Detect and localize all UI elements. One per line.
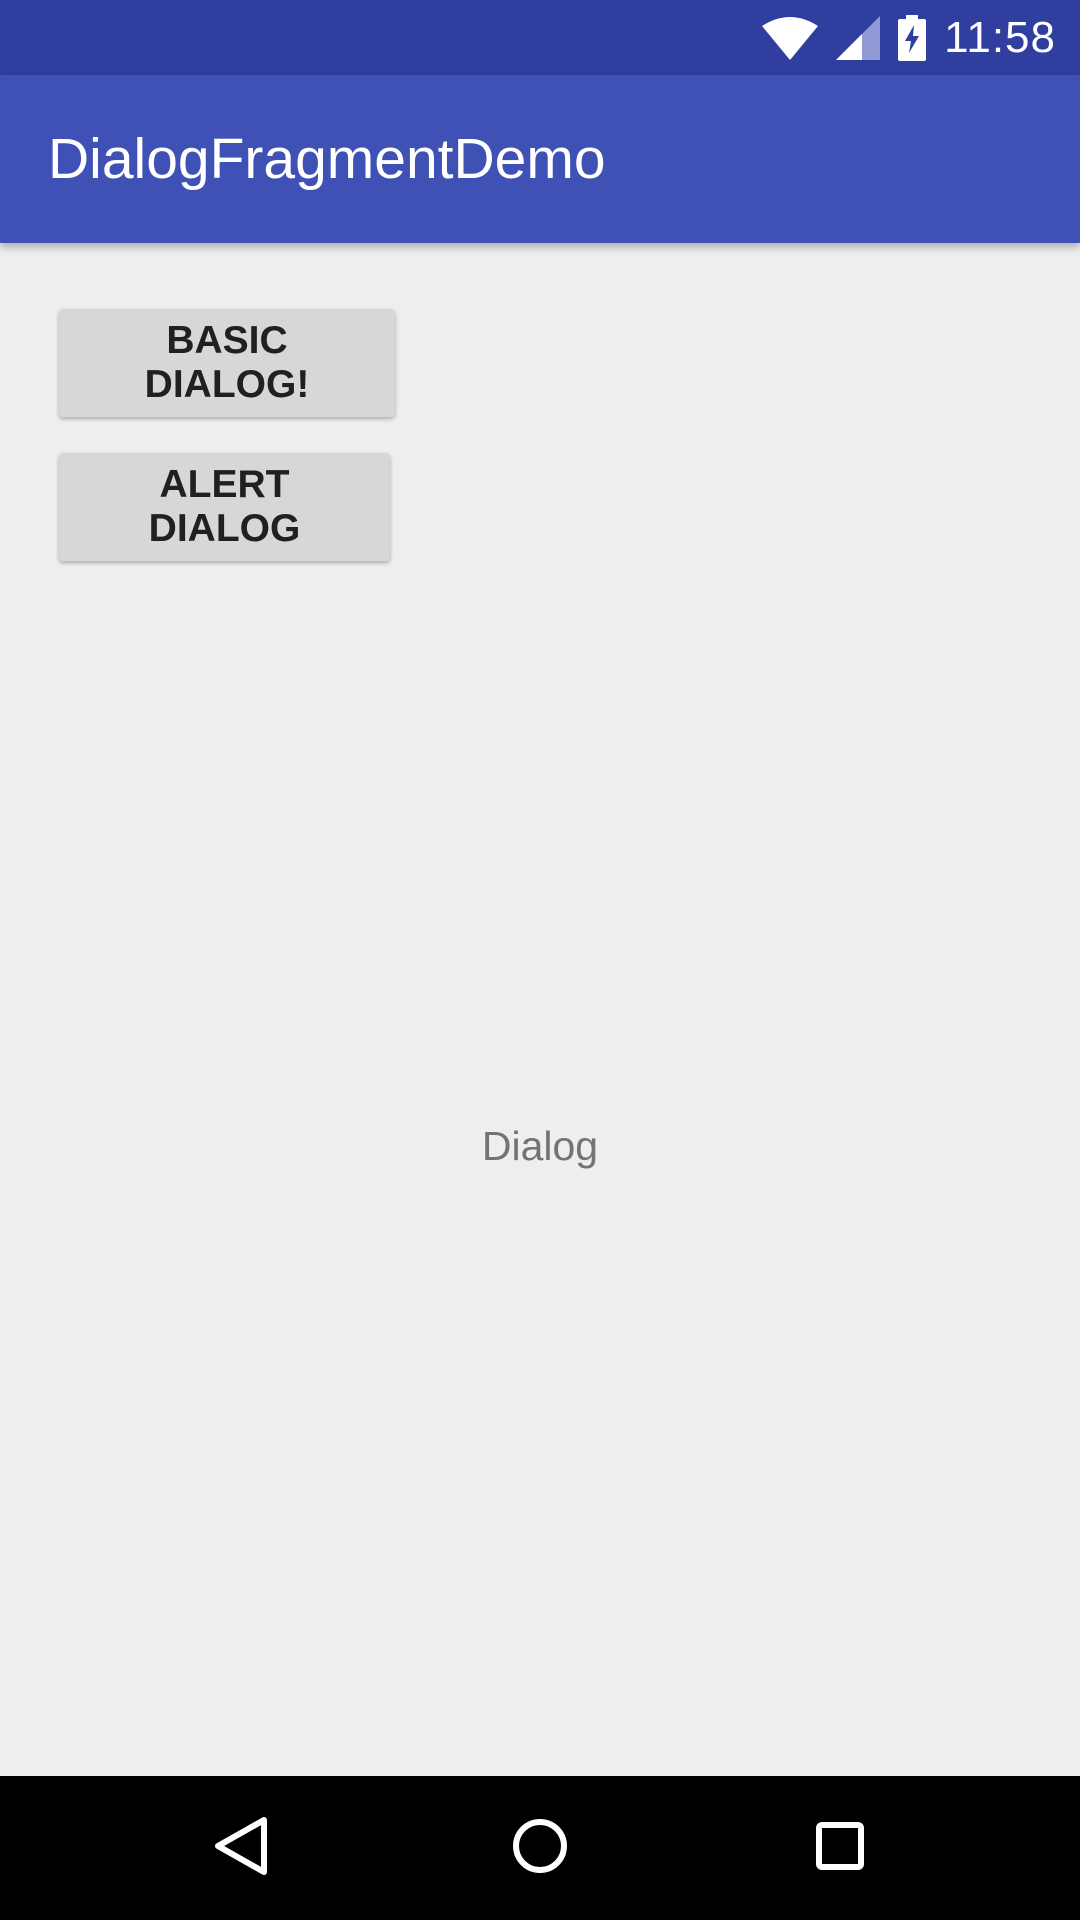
- app-bar: DialogFragmentDemo: [0, 75, 1080, 243]
- home-button[interactable]: [490, 1798, 590, 1898]
- main-content: BASIC DIALOG! ALERT DIALOG Dialog: [0, 243, 1080, 1776]
- dialog-result-text: Dialog: [481, 1123, 599, 1169]
- navigation-bar: [0, 1776, 1080, 1920]
- status-icons: 11:58: [762, 0, 1056, 75]
- back-button[interactable]: [190, 1798, 290, 1898]
- home-icon: [510, 1816, 570, 1881]
- recents-button[interactable]: [790, 1798, 890, 1898]
- cell-signal-icon: [836, 15, 881, 60]
- basic-dialog-button[interactable]: BASIC DIALOG!: [59, 309, 395, 417]
- wifi-icon: [762, 16, 819, 60]
- recents-icon: [814, 1820, 866, 1877]
- status-bar: 11:58: [0, 0, 1080, 75]
- battery-charging-icon: [898, 14, 927, 61]
- status-time: 11:58: [944, 12, 1056, 62]
- alert-dialog-button[interactable]: ALERT DIALOG: [59, 453, 390, 561]
- back-icon: [210, 1814, 270, 1883]
- app-title: DialogFragmentDemo: [48, 127, 606, 191]
